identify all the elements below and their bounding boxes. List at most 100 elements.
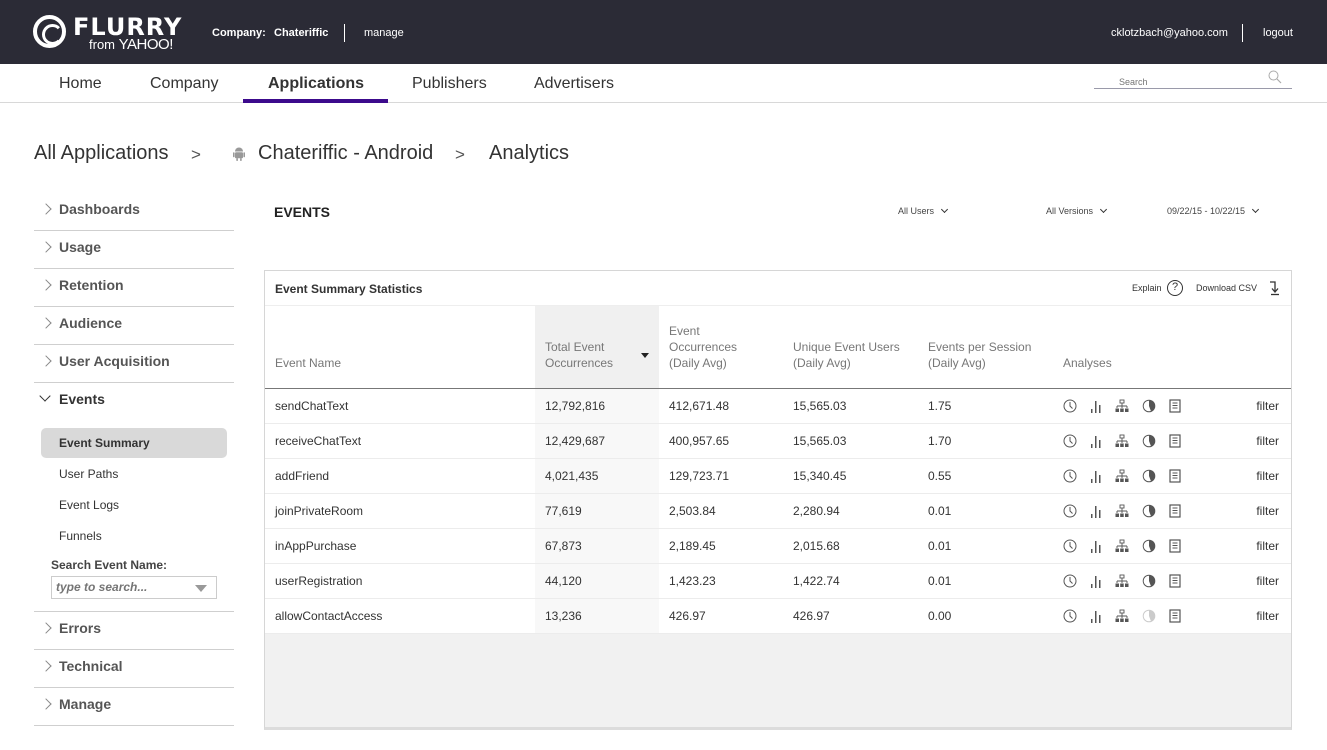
sidebar-item-technical[interactable]: Technical: [34, 650, 234, 688]
clock-icon[interactable]: [1063, 399, 1077, 413]
daily-occurrences-cell: 1,423.23: [659, 563, 783, 599]
search-event-input[interactable]: [56, 580, 186, 594]
bar-chart-icon[interactable]: [1090, 399, 1102, 413]
total-occurrences-cell: 44,120: [535, 563, 659, 599]
hierarchy-icon[interactable]: [1115, 399, 1129, 413]
column-header-unique-users[interactable]: Unique Event Users (Daily Avg): [783, 306, 918, 389]
bar-chart-icon[interactable]: [1090, 574, 1102, 588]
user-email[interactable]: cklotzbach@yahoo.com: [1111, 27, 1228, 39]
event-name-cell[interactable]: sendChatText: [265, 388, 535, 424]
breadcrumb-app[interactable]: Chateriffic - Android: [258, 142, 433, 165]
log-icon[interactable]: [1169, 468, 1181, 483]
total-occurrences-cell: 67,873: [535, 528, 659, 564]
breadcrumb-all-applications[interactable]: All Applications: [34, 142, 169, 165]
sidebar-item-manage[interactable]: Manage: [34, 688, 234, 726]
filter-link[interactable]: filter: [1231, 423, 1291, 459]
filter-link[interactable]: filter: [1231, 528, 1291, 564]
download-csv-link[interactable]: Download CSV: [1196, 283, 1257, 293]
pie-chart-icon[interactable]: [1142, 504, 1156, 518]
bar-chart-icon[interactable]: [1090, 504, 1102, 518]
clock-icon[interactable]: [1063, 434, 1077, 448]
column-header-event-name[interactable]: Event Name: [265, 306, 535, 389]
column-header-daily-occurrences[interactable]: Event Occurrences (Daily Avg): [659, 306, 783, 389]
hierarchy-icon[interactable]: [1115, 574, 1129, 588]
log-icon[interactable]: [1169, 573, 1181, 588]
nav-applications[interactable]: Applications: [268, 75, 364, 93]
log-icon[interactable]: [1169, 503, 1181, 518]
chevron-down-icon: [1252, 205, 1260, 214]
pie-chart-icon[interactable]: [1142, 574, 1156, 588]
pie-chart-icon[interactable]: [1142, 469, 1156, 483]
logout-link[interactable]: logout: [1263, 27, 1293, 39]
versions-filter-dropdown[interactable]: All Versions: [1046, 205, 1108, 216]
filter-link[interactable]: filter: [1231, 563, 1291, 599]
sidebar-item-label: Audience: [59, 315, 123, 331]
bar-chart-icon[interactable]: [1090, 539, 1102, 553]
search-event-combobox[interactable]: [51, 576, 217, 599]
filter-link[interactable]: filter: [1231, 598, 1291, 634]
explain-link[interactable]: Explain: [1132, 283, 1162, 293]
sidebar-subitem-label: User Paths: [59, 467, 119, 481]
sidebar-item-retention[interactable]: Retention: [34, 269, 234, 307]
download-icon[interactable]: [1268, 280, 1280, 296]
clock-icon[interactable]: [1063, 609, 1077, 623]
pie-chart-icon[interactable]: [1142, 399, 1156, 413]
pie-chart-icon[interactable]: [1142, 434, 1156, 448]
manage-link[interactable]: manage: [364, 27, 404, 39]
nav-company[interactable]: Company: [150, 75, 218, 93]
sidebar-item-user-acquisition[interactable]: User Acquisition: [34, 345, 234, 383]
event-name-cell[interactable]: userRegistration: [265, 563, 535, 599]
column-header-events-per-session[interactable]: Events per Session (Daily Avg): [918, 306, 1053, 389]
clock-icon[interactable]: [1063, 469, 1077, 483]
clock-icon[interactable]: [1063, 574, 1077, 588]
daily-occurrences-cell: 426.97: [659, 598, 783, 634]
hierarchy-icon[interactable]: [1115, 504, 1129, 518]
log-icon[interactable]: [1169, 398, 1181, 413]
help-icon[interactable]: ?: [1167, 280, 1183, 296]
nav-home[interactable]: Home: [59, 75, 102, 93]
event-name-cell[interactable]: allowContactAccess: [265, 598, 535, 634]
column-header-total-occurrences[interactable]: Total Event Occurrences: [535, 306, 659, 389]
search-icon[interactable]: [1268, 70, 1282, 84]
users-filter-dropdown[interactable]: All Users: [898, 205, 949, 216]
filter-link[interactable]: filter: [1231, 388, 1291, 424]
filter-link[interactable]: filter: [1231, 493, 1291, 529]
dropdown-caret-icon[interactable]: [195, 585, 207, 592]
log-icon[interactable]: [1169, 538, 1181, 553]
clock-icon[interactable]: [1063, 539, 1077, 553]
sidebar-subitem-funnels[interactable]: Funnels: [41, 521, 227, 551]
event-name-cell[interactable]: inAppPurchase: [265, 528, 535, 564]
bar-chart-icon[interactable]: [1090, 434, 1102, 448]
event-name-cell[interactable]: joinPrivateRoom: [265, 493, 535, 529]
search-input[interactable]: [1119, 77, 1269, 87]
brand-yahoo: YAHOO!: [118, 36, 174, 53]
nav-publishers[interactable]: Publishers: [412, 75, 487, 93]
sidebar-item-errors[interactable]: Errors: [34, 612, 234, 650]
filter-link[interactable]: filter: [1231, 458, 1291, 494]
hierarchy-icon[interactable]: [1115, 609, 1129, 623]
flurry-logo[interactable]: FLURRY from YAHOO!: [33, 13, 183, 53]
sort-descending-icon[interactable]: [641, 353, 649, 358]
log-icon[interactable]: [1169, 433, 1181, 448]
event-name-cell[interactable]: addFriend: [265, 458, 535, 494]
clock-icon[interactable]: [1063, 504, 1077, 518]
sidebar-subitem-event-logs[interactable]: Event Logs: [41, 490, 227, 520]
sidebar-item-dashboards[interactable]: Dashboards: [34, 193, 234, 231]
sidebar-item-audience[interactable]: Audience: [34, 307, 234, 345]
sidebar-item-usage[interactable]: Usage: [34, 231, 234, 269]
global-search[interactable]: [1094, 70, 1292, 89]
date-range-dropdown[interactable]: 09/22/15 - 10/22/15: [1167, 205, 1260, 216]
hierarchy-icon[interactable]: [1115, 469, 1129, 483]
sidebar-subitem-event-summary[interactable]: Event Summary: [41, 428, 227, 458]
log-icon[interactable]: [1169, 608, 1181, 623]
hierarchy-icon[interactable]: [1115, 539, 1129, 553]
bar-chart-icon[interactable]: [1090, 469, 1102, 483]
pie-chart-icon[interactable]: [1142, 539, 1156, 553]
nav-advertisers[interactable]: Advertisers: [534, 75, 614, 93]
bar-chart-icon[interactable]: [1090, 609, 1102, 623]
sidebar-subitem-user-paths[interactable]: User Paths: [41, 459, 227, 489]
sidebar-item-label: Usage: [59, 239, 102, 255]
event-name-cell[interactable]: receiveChatText: [265, 423, 535, 459]
column-header-label: Unique Event Users (Daily Avg): [793, 339, 900, 370]
hierarchy-icon[interactable]: [1115, 434, 1129, 448]
